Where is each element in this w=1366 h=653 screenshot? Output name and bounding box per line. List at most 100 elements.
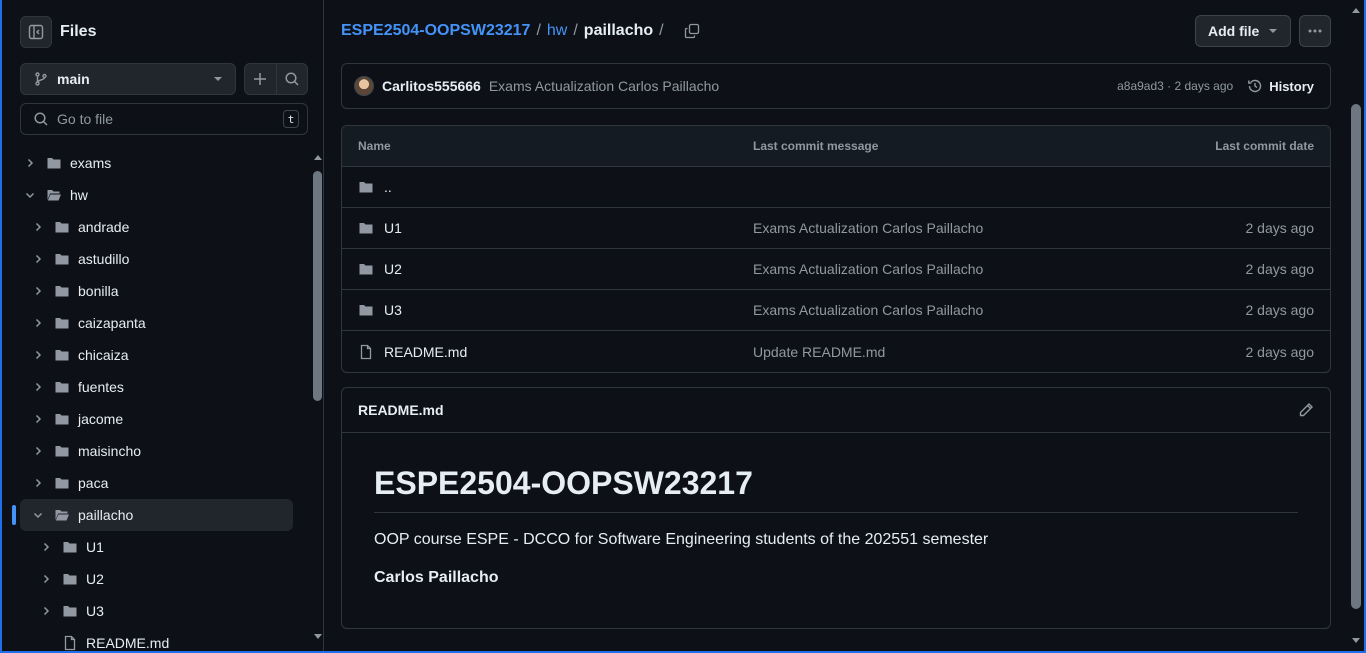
breadcrumb-repo-link[interactable]: ESPE2504-OOPSW23217 [341,22,530,40]
tree-item-jacome[interactable]: jacome [2,403,308,435]
scroll-down-arrow-icon[interactable] [1352,638,1360,643]
chevron-right-icon[interactable] [38,542,54,552]
commit-message-link[interactable]: Exams Actualization Carlos Paillacho [753,220,1114,236]
tree-item-paca[interactable]: paca [2,467,308,499]
folder-icon [62,603,78,619]
table-row[interactable]: U1 Exams Actualization Carlos Paillacho 2 … [342,208,1330,249]
folder-icon [54,411,70,427]
main-scrollbar[interactable] [1348,0,1364,651]
commit-date: 2 days ago [1245,302,1315,318]
readme-author: Carlos Paillacho [374,569,499,586]
tree-item-label: bonilla [78,283,119,299]
caret-down-icon [214,77,222,81]
file-name-link[interactable]: U2 [384,261,402,277]
chevron-down-icon[interactable] [22,190,38,200]
commit-author[interactable]: Carlitos555666 [382,78,481,94]
file-icon [358,344,374,360]
sidebar-scroll-thumb[interactable] [313,171,322,401]
tree-item-andrade[interactable]: andrade [2,211,308,243]
tree-item-exams[interactable]: exams [2,147,308,179]
readme-panel: README.md ESPE2504-OOPSW23217 OOP course… [341,387,1331,629]
chevron-right-icon[interactable] [22,158,38,168]
commit-message-link[interactable]: Exams Actualization Carlos Paillacho [753,302,1114,318]
readme-body: ESPE2504-OOPSW23217 OOP course ESPE - DC… [342,433,1330,619]
history-button[interactable]: History [1247,78,1314,94]
branch-selector[interactable]: main [20,63,236,95]
chevron-right-icon[interactable] [30,414,46,424]
folder-open-icon [46,187,62,203]
tree-item-chicaiza[interactable]: chicaiza [2,339,308,371]
folder-icon [358,179,374,195]
parent-directory-row[interactable]: .. [342,167,1330,208]
table-row[interactable]: U2 Exams Actualization Carlos Paillacho 2 … [342,249,1330,290]
scroll-down-arrow-icon[interactable] [314,634,322,639]
tree-item-u2[interactable]: U2 [2,563,308,595]
avatar[interactable] [354,76,374,96]
edit-readme-button[interactable] [1298,402,1314,418]
readme-filename[interactable]: README.md [358,402,1298,418]
tree-item-maisincho[interactable]: maisincho [2,435,308,467]
chevron-right-icon[interactable] [30,286,46,296]
chevron-right-icon[interactable] [30,350,46,360]
tree-item-bonilla[interactable]: bonilla [2,275,308,307]
tree-item-readme-md[interactable]: README.md [2,627,308,651]
chevron-right-icon[interactable] [30,478,46,488]
folder-icon [358,302,374,318]
tree-item-u3[interactable]: U3 [2,595,308,627]
parent-directory-link[interactable]: .. [384,179,392,195]
tree-item-label: hw [70,187,88,203]
tree-item-label: caizapanta [78,315,146,331]
folder-icon [358,220,374,236]
scroll-up-arrow-icon[interactable] [1352,8,1360,13]
tree-item-u1[interactable]: U1 [2,531,308,563]
tree-item-label: U2 [86,571,104,587]
table-row[interactable]: U3 Exams Actualization Carlos Paillacho 2 … [342,290,1330,331]
copy-icon [684,23,699,39]
file-name-link[interactable]: U1 [384,220,402,236]
folder-icon [54,443,70,459]
column-header-message: Last commit message [753,139,879,153]
chevron-right-icon[interactable] [30,222,46,232]
more-options-button[interactable] [1299,15,1331,47]
tree-item-astudillo[interactable]: astudillo [2,243,308,275]
chevron-right-icon[interactable] [30,382,46,392]
commit-message-link[interactable]: Exams Actualization Carlos Paillacho [753,261,1114,277]
file-tree-sidebar: Files main Go to file t exams hw andrade as… [2,0,324,651]
table-row[interactable]: README.md Update README.md 2 days ago [342,331,1330,372]
breadcrumb-hw-link[interactable]: hw [547,22,567,40]
tree-item-caizapanta[interactable]: caizapanta [2,307,308,339]
file-name-link[interactable]: README.md [384,344,467,360]
tree-item-hw[interactable]: hw [2,179,308,211]
scroll-up-arrow-icon[interactable] [314,155,322,160]
file-name-link[interactable]: U3 [384,302,402,318]
tree-item-label: maisincho [78,443,142,459]
commit-message-link[interactable]: Update README.md [753,344,1114,360]
folder-icon [54,283,70,299]
commit-message[interactable]: Exams Actualization Carlos Paillacho [489,78,1117,94]
chevron-down-icon[interactable] [30,510,46,520]
commit-hash-age[interactable]: a8a9ad3 · 2 days ago [1117,79,1233,93]
chevron-right-icon[interactable] [38,606,54,616]
sidebar-collapse-icon [28,24,44,40]
add-file-button[interactable]: Add file [1195,15,1291,47]
main-scroll-thumb[interactable] [1351,104,1361,609]
go-to-file-input[interactable]: Go to file t [20,103,308,135]
main-content: ESPE2504-OOPSW23217 / hw / paillacho / A… [325,0,1348,651]
commit-date: 2 days ago [1245,261,1315,277]
folder-icon [54,347,70,363]
copy-path-button[interactable] [684,23,700,39]
chevron-right-icon[interactable] [30,446,46,456]
chevron-right-icon[interactable] [38,574,54,584]
tree-item-label: U1 [86,539,104,555]
breadcrumb: ESPE2504-OOPSW23217 / hw / paillacho / [341,22,700,40]
folder-icon [54,219,70,235]
collapse-sidebar-button[interactable] [20,16,52,48]
tree-item-paillacho[interactable]: paillacho [12,499,293,531]
tree-item-fuentes[interactable]: fuentes [2,371,308,403]
folder-icon [62,539,78,555]
search-tree-button[interactable] [277,64,308,94]
add-file-tree-button[interactable] [245,64,277,94]
sidebar-scrollbar[interactable] [311,149,323,645]
chevron-right-icon[interactable] [30,318,46,328]
chevron-right-icon[interactable] [30,254,46,264]
